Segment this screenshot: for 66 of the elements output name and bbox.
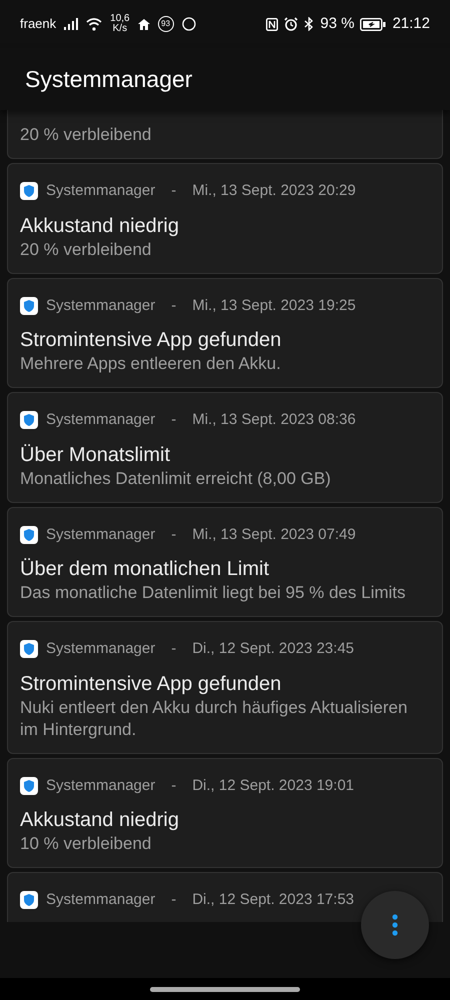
app-name: Systemmanager [46,890,156,910]
notification-card[interactable]: Systemmanager - Di., 12 Sept. 2023 23:45 Stromintensive App gefunden Nuki entleert den Akku durch häufiges Aktualisieren im Hintergrund. [7,621,443,754]
signal-icon [64,18,78,30]
notification-body: Nuki entleert den Akku durch häufiges Aktualisieren im Hintergrund. [20,696,408,740]
circle-icon [182,17,196,31]
bluetooth-icon [304,17,314,31]
notification-card[interactable]: Systemmanager - Mi., 13 Sept. 2023 20:29 Akkustand niedrig 20 % verbleibend [7,163,443,274]
notification-body: Monatliches Datenlimit erreicht (8,00 GB) [20,468,332,490]
notification-date: Mi., 13 Sept. 2023 19:25 [192,296,356,316]
network-speed: 10,6 [110,14,130,24]
separator: - [170,639,178,659]
clock-time: 21:12 [392,14,430,34]
app-name: Systemmanager [46,639,156,659]
notification-card[interactable]: 20 % verbleibend [7,110,443,159]
speed-unit: K/s [112,24,128,34]
home-indicator[interactable] [150,986,300,992]
app-name: Systemmanager [46,410,156,430]
notification-body: 20 % verbleibend [20,238,152,260]
nfc-icon [266,18,278,30]
battery-icon [360,18,386,30]
notification-date: Di., 12 Sept. 2023 17:53 [192,890,354,910]
notification-card[interactable]: Systemmanager - Mi., 13 Sept. 2023 07:49 Über dem monatlichen Limit Das monatliche Datenlimit liegt bei 95 % des Limits [7,506,443,617]
separator: - [170,776,178,796]
notification-card[interactable]: Systemmanager - Mi., 13 Sept. 2023 19:25 Stromintensive App gefunden Mehrere Apps entleeren den Akku. [7,278,443,388]
notification-title: Stromintensive App gefunden [20,328,282,353]
notification-body: 10 % verbleibend [20,833,152,855]
shield-app-icon [20,411,38,430]
notification-body: Mehrere Apps entleeren den Akku. [20,353,282,375]
app-name: Systemmanager [46,776,156,796]
app-name: Systemmanager [46,296,156,316]
notification-badge: 93 [158,16,174,32]
more-icon [392,914,398,936]
notification-body: Das monatliche Datenlimit liegt bei 95 % des Limits [20,582,407,604]
notification-title: Über Monatslimit [20,442,172,468]
home-icon [138,18,150,30]
separator: - [170,410,178,430]
shield-app-icon [20,182,38,200]
notification-title: Über dem monatlichen Limit [20,557,270,582]
notification-card[interactable]: Systemmanager - Di., 12 Sept. 2023 19:01 Akkustand niedrig 10 % verbleibend [7,758,443,868]
separator: - [170,181,178,201]
notification-body: 20 % verbleibend [20,124,152,146]
notification-date: Mi., 13 Sept. 2023 07:49 [192,524,356,544]
app-name: Systemmanager [46,524,156,544]
shield-app-icon [20,526,38,544]
notification-title: Akkustand niedrig [20,214,180,238]
shield-app-icon [20,891,38,910]
shield-app-icon [20,776,38,795]
notification-card[interactable]: Systemmanager - Mi., 13 Sept. 2023 08:36 Über Monatslimit Monatliches Datenlimit erreicht (8,00 GB) [7,392,443,502]
notification-title: Akkustand niedrig [20,808,180,833]
notification-date: Mi., 13 Sept. 2023 08:36 [192,410,356,430]
alarm-icon [284,17,298,31]
separator: - [170,296,178,316]
notification-date: Mi., 13 Sept. 2023 20:29 [192,181,356,201]
wifi-icon [86,18,102,30]
notification-card[interactable]: Systemmanager - Di., 12 Sept. 2023 17:53 [7,872,443,922]
battery-percent: 93 % [320,14,354,34]
notification-title: Stromintensive App gefunden [20,672,282,696]
carrier-name: fraenk [20,15,56,34]
shield-app-icon [20,296,38,315]
shield-app-icon [20,640,38,658]
notification-date: Di., 12 Sept. 2023 19:01 [192,776,354,796]
app-title: Systemmanager [25,64,192,94]
app-name: Systemmanager [46,181,156,201]
notification-date: Di., 12 Sept. 2023 23:45 [192,639,354,659]
separator: - [170,524,178,544]
separator: - [170,890,178,910]
